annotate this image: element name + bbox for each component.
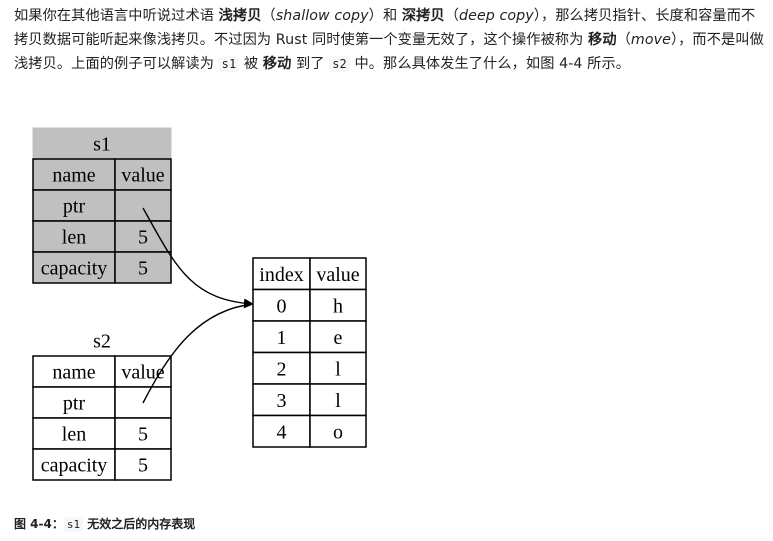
heap-index-text: 0: [277, 295, 287, 317]
header-name-text: name: [52, 362, 95, 384]
row-value-text: 5: [138, 227, 148, 249]
heap-index-text: 4: [277, 421, 287, 443]
row-name-text: capacity: [41, 258, 108, 280]
row-value-cell: [114, 189, 172, 222]
term-move: 移动: [262, 56, 292, 72]
term-move-en: move: [630, 32, 671, 48]
heap-value-text: h: [333, 295, 343, 317]
row-name-text: ptr: [63, 393, 86, 415]
row-name-text: len: [62, 227, 86, 249]
figure-caption: 图 4-4： s1 无效之后的内存表现: [14, 515, 195, 532]
term-deep-copy: 深拷贝: [401, 8, 445, 24]
term-move: 移动: [588, 32, 617, 48]
s2-table: s2 name value ptr len 5 capacity 5: [32, 325, 172, 481]
row-name-text: len: [62, 424, 86, 446]
inline-code-s2: s2: [329, 56, 350, 72]
header-value-text: value: [316, 264, 359, 286]
header-value-text: value: [121, 362, 164, 384]
heap-value-text: o: [333, 421, 343, 443]
row-name-text: capacity: [41, 455, 108, 477]
text-run: ）和: [368, 8, 402, 24]
row-value-text: 5: [138, 258, 148, 280]
caption-prefix: 图 4-4：: [14, 517, 64, 531]
heap-index-text: 2: [277, 358, 287, 380]
table-title: s1: [93, 134, 111, 156]
s1-table: s1 name value ptr len 5 capacity 5: [32, 127, 172, 284]
term-deep-copy-en: deep copy: [459, 8, 534, 24]
row-value-text: 5: [138, 424, 148, 446]
row-value-text: 5: [138, 455, 148, 477]
caption-code: s1: [63, 517, 84, 532]
heap-value-text: l: [335, 358, 341, 380]
text-run: 被: [239, 56, 263, 72]
text-run: （: [261, 8, 276, 24]
heap-index-text: 1: [277, 327, 287, 349]
row-name-text: ptr: [63, 196, 86, 218]
term-shallow-copy: 浅拷贝: [218, 8, 262, 24]
caption-suffix: 无效之后的内存表现: [83, 517, 196, 531]
heap-value-text: e: [334, 327, 343, 349]
header-index-text: index: [259, 264, 303, 286]
body-paragraph: 如果你在其他语言中听说过术语 浅拷贝（shallow copy）和 深拷贝（de…: [14, 4, 766, 76]
memory-diagram: s1 name value ptr len 5 capacity 5 s2 name value p…: [32, 127, 367, 481]
term-shallow-copy-en: shallow copy: [275, 8, 369, 24]
text-run: 中。那么具体发生了什么，如图 4-4 所示。: [349, 56, 631, 72]
heap-value-text: l: [335, 390, 341, 412]
header-name-text: name: [52, 165, 95, 187]
text-run: （: [616, 32, 631, 48]
text-run: 到了: [291, 56, 330, 72]
header-value-text: value: [121, 165, 164, 187]
text-run: （: [444, 8, 460, 24]
heap-table: index value 0 h 1 e 2 l 3 l 4 o: [252, 257, 367, 448]
text-run: 如果你在其他语言中听说过术语: [14, 8, 219, 24]
inline-code-s1: s1: [218, 56, 240, 72]
heap-index-text: 3: [277, 390, 287, 412]
table-title: s2: [93, 331, 111, 353]
